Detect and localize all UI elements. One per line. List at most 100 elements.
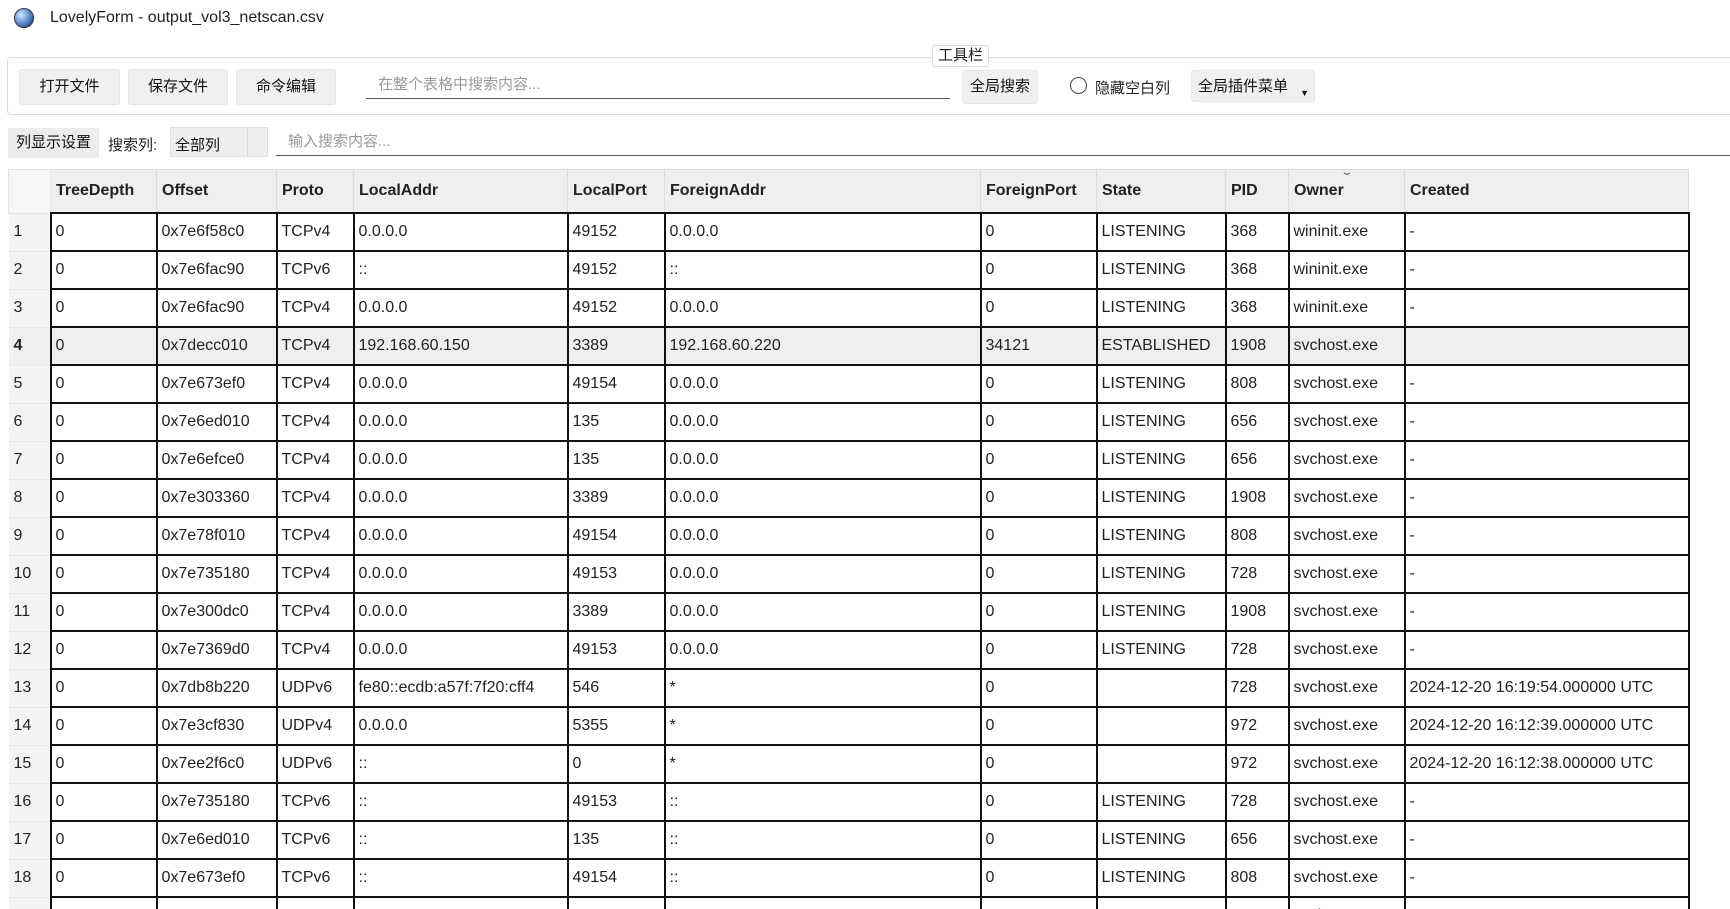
cell-foreignport[interactable]: 0	[979, 668, 1098, 708]
cell-foreignaddr[interactable]: 0.0.0.0	[663, 402, 982, 442]
cell-state[interactable]: LISTENING	[1095, 440, 1227, 480]
cell-state[interactable]: LISTENING	[1095, 554, 1227, 594]
cell-state[interactable]: LISTENING	[1095, 478, 1227, 518]
cell-localport[interactable]: 135	[566, 820, 666, 860]
cell-pid[interactable]: 972	[1224, 744, 1290, 784]
cell-foreignaddr[interactable]: *	[663, 744, 982, 784]
table-row[interactable]: 16 0 0x7e735180 TCPv6:: 49153:: 0 LISTENING 728…	[8, 782, 1690, 822]
cell-treedepth[interactable]: 0	[49, 364, 158, 404]
cell-treedepth[interactable]: 0	[49, 668, 158, 708]
search-column-select[interactable]: 全部列	[170, 127, 268, 157]
cell-owner[interactable]: wininit.exe	[1287, 250, 1406, 290]
table-row[interactable]: 7 0 0x7e6efce0 TCPv4 0.0.0.0 135 0.0.0.0 0 LISTE…	[8, 440, 1690, 480]
cell-proto[interactable]: TCPv4	[275, 440, 355, 480]
row-number[interactable]: 11	[8, 593, 51, 632]
data-table-container[interactable]: TreeDepth Offset Proto LocalAddr LocalPort Fo…	[8, 169, 1690, 909]
cell-localport[interactable]: 49152	[566, 212, 666, 252]
row-number[interactable]: 14	[8, 707, 51, 746]
cell-localport[interactable]: 3389	[566, 326, 666, 366]
cell-localaddr[interactable]: ::	[352, 744, 569, 784]
cell-offset[interactable]: 0x7e3cf830	[155, 706, 278, 746]
corner-cell[interactable]	[8, 169, 51, 214]
cell-localport[interactable]: 49153	[566, 782, 666, 822]
cell-owner[interactable]: svchost.exe	[1287, 364, 1406, 404]
cell-foreignaddr[interactable]: ::	[663, 250, 982, 290]
cell-foreignport[interactable]: 0	[979, 402, 1098, 442]
cell-foreignaddr[interactable]: 0.0.0.0	[663, 630, 982, 670]
table-row[interactable]: 5 0 0x7e673ef0 TCPv4 0.0.0.0 49154 0.0.0.0 0 LIS…	[8, 364, 1690, 404]
cell-proto[interactable]: TCPv4	[275, 364, 355, 404]
cell-foreignport[interactable]: 0	[979, 554, 1098, 594]
cell-proto[interactable]: UDPv4	[275, 706, 355, 746]
cell-localport[interactable]: 49152	[566, 250, 666, 290]
cell-state[interactable]	[1095, 668, 1227, 708]
cell-pid[interactable]: 656	[1224, 440, 1290, 480]
row-number[interactable]: 12	[8, 631, 51, 670]
table-row[interactable]: 14 0 0x7e3cf830 UDPv4 0.0.0.0 5355 * 0 972 svchos…	[8, 706, 1690, 746]
cell-created[interactable]: 2024-12-20 16:12:38.000000 UTC	[1403, 744, 1690, 784]
cell-proto[interactable]: TCPv4	[275, 288, 355, 328]
global-search-input[interactable]	[366, 71, 950, 99]
cell-owner[interactable]: svchost.exe	[1287, 402, 1406, 442]
row-number[interactable]: 8	[8, 479, 51, 518]
cell-state[interactable]	[1095, 706, 1227, 746]
cell-foreignaddr[interactable]: 0.0.0.0	[663, 212, 982, 252]
row-number[interactable]: 18	[8, 859, 51, 898]
cell-localport[interactable]: 5355	[566, 706, 666, 746]
cell-pid[interactable]: 368	[1224, 250, 1290, 290]
cell-owner[interactable]: svchost.exe	[1287, 782, 1406, 822]
cell-treedepth[interactable]: 0	[49, 820, 158, 860]
cell-pid[interactable]: 808	[1224, 858, 1290, 898]
open-file-button[interactable]: 打开文件	[19, 69, 120, 105]
cell-pid[interactable]: 656	[1224, 402, 1290, 442]
cell-created[interactable]: -	[1403, 630, 1690, 670]
cell-created[interactable]: -	[1403, 592, 1690, 632]
column-header-offset[interactable]: Offset	[156, 169, 277, 214]
table-row[interactable]: 3 0 0x7e6fac90 TCPv4 0.0.0.0 49152 0.0.0.0 0 LIS…	[8, 288, 1690, 328]
row-number[interactable]: 16	[8, 783, 51, 822]
cell-foreignport[interactable]: 0	[979, 440, 1098, 480]
row-number[interactable]: 1	[8, 213, 51, 252]
cell-owner[interactable]: svchost.exe	[1287, 440, 1406, 480]
cell-created[interactable]	[1403, 326, 1690, 366]
cell-state[interactable]: LISTENING	[1095, 896, 1227, 909]
cell-owner[interactable]: wininit.exe	[1287, 288, 1406, 328]
cell-offset[interactable]: 0x7decc010	[155, 326, 278, 366]
cell-created[interactable]: -	[1403, 288, 1690, 328]
cell-offset[interactable]: 0x7db8b220	[155, 668, 278, 708]
cell-proto[interactable]: TCPv4	[275, 592, 355, 632]
cell-owner[interactable]: wininit.exe	[1287, 212, 1406, 252]
cell-state[interactable]: LISTENING	[1095, 630, 1227, 670]
cell-foreignport[interactable]: 0	[979, 630, 1098, 670]
cell-pid[interactable]: 368	[1224, 212, 1290, 252]
cell-foreignaddr[interactable]: ::	[663, 896, 982, 909]
cell-pid[interactable]: 728	[1224, 668, 1290, 708]
row-number[interactable]: 17	[8, 821, 51, 860]
cell-offset[interactable]: 0x7e673ef0	[155, 858, 278, 898]
cell-proto[interactable]: TCPv6	[275, 782, 355, 822]
cell-state[interactable]: LISTENING	[1095, 858, 1227, 898]
table-row[interactable]: 2 0 0x7e6fac90 TCPv6:: 49152:: 0 LISTENING 368 w…	[8, 250, 1690, 290]
cell-localaddr[interactable]: 0.0.0.0	[352, 630, 569, 670]
cell-offset[interactable]: 0x7e7369d0	[155, 630, 278, 670]
cell-proto[interactable]: TCPv4	[275, 212, 355, 252]
cell-created[interactable]: 2024-12-20 16:19:54.000000 UTC	[1403, 668, 1690, 708]
cell-localport[interactable]: 49154	[566, 516, 666, 556]
cell-localport[interactable]: 49152	[566, 288, 666, 328]
cell-pid[interactable]: 808	[1224, 516, 1290, 556]
table-row[interactable]: 18 0 0x7e673ef0 TCPv6:: 49154:: 0 LISTENING 808…	[8, 858, 1690, 898]
cell-foreignport[interactable]: 0	[979, 706, 1098, 746]
cell-state[interactable]: LISTENING	[1095, 592, 1227, 632]
cell-treedepth[interactable]: 0	[49, 782, 158, 822]
cell-foreignaddr[interactable]: *	[663, 706, 982, 746]
cell-localaddr[interactable]: ::	[352, 820, 569, 860]
cell-pid[interactable]: 1908	[1224, 592, 1290, 632]
table-row[interactable]: 4 0 0x7decc010 TCPv4 192.168.60.150 3389 192.1…	[8, 326, 1690, 366]
column-header-foreignport[interactable]: ForeignPort	[980, 169, 1097, 214]
cell-offset[interactable]: 0x7e673ef0	[155, 364, 278, 404]
cell-offset[interactable]: 0x7e303360	[155, 478, 278, 518]
cell-proto[interactable]: TCPv4	[275, 516, 355, 556]
cell-created[interactable]: -	[1403, 820, 1690, 860]
row-number[interactable]: 15	[8, 745, 51, 784]
cell-owner[interactable]: svchost.exe	[1287, 554, 1406, 594]
